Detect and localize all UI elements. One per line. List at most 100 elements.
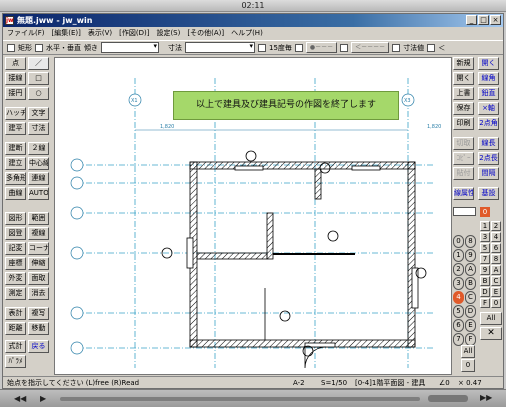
tool-move[interactable]: 移動	[28, 322, 49, 335]
angle-combo[interactable]	[101, 42, 159, 53]
tool-parametric[interactable]: ﾊﾟﾗﾒ	[5, 355, 26, 368]
file-overwrite-button[interactable]: 上書	[453, 87, 474, 100]
layer-d[interactable]: D	[465, 305, 476, 318]
tool-erase[interactable]: 消去	[28, 287, 49, 300]
menu-help[interactable]: ヘルプ(H)	[231, 27, 263, 39]
tool-dimension[interactable]: 寸法	[28, 122, 49, 135]
tool-rect[interactable]: □	[28, 72, 49, 85]
tool-double-line[interactable]: ２線	[28, 142, 49, 155]
layer-9[interactable]: 9	[465, 249, 476, 262]
fast-forward-icon[interactable]: ▶▶	[480, 393, 492, 402]
maximize-button[interactable]: □	[478, 15, 489, 25]
deg15-checkbox[interactable]	[258, 43, 266, 52]
tool-copy[interactable]: 複写	[28, 307, 49, 320]
tool-text[interactable]: 文字	[28, 107, 49, 120]
copy-button[interactable]: ｺﾋﾟｰ	[453, 152, 474, 165]
tool-range[interactable]: 範囲	[28, 212, 49, 225]
group-e[interactable]: E	[491, 287, 501, 297]
tool-external[interactable]: 外変	[5, 272, 26, 285]
all-groups-button[interactable]: All	[461, 345, 475, 358]
layer-8[interactable]: 8	[465, 235, 476, 248]
tool-polyline[interactable]: 連線	[28, 172, 49, 185]
tool-vertical[interactable]: 鉛直	[478, 87, 499, 100]
tool-section[interactable]: 建断	[5, 142, 26, 155]
print-button[interactable]: 印刷	[453, 117, 474, 130]
lt-checkbox[interactable]	[427, 43, 436, 52]
tool-auto[interactable]: AUTO	[28, 187, 49, 200]
layer-4[interactable]: 4	[453, 291, 464, 304]
volume-slider[interactable]	[428, 395, 468, 402]
layer-group-0[interactable]: 0	[480, 207, 490, 217]
tool-point[interactable]: 点	[5, 57, 26, 70]
tool-hatch[interactable]: ハッチ	[5, 107, 26, 120]
group-3[interactable]: 3	[480, 232, 490, 242]
tool-elevation[interactable]: 建立	[5, 157, 26, 170]
menu-settings[interactable]: 設定(S)	[156, 27, 180, 39]
tool-chamfer[interactable]: 面取	[28, 272, 49, 285]
status-paper-size[interactable]: A-2	[293, 377, 305, 389]
tool-undo[interactable]: 戻る	[28, 340, 49, 353]
group-9[interactable]: 9	[480, 265, 490, 275]
tool-offset[interactable]: 複線	[28, 227, 49, 240]
dimvalue-checkbox[interactable]	[392, 43, 401, 52]
tool-x-axis[interactable]: ×軸	[478, 102, 499, 115]
menu-edit[interactable]: [編集(E)]	[52, 27, 81, 39]
tool-symbol-change[interactable]: 記変	[5, 242, 26, 255]
tool-coordinate[interactable]: 座標	[5, 257, 26, 270]
tool-measure[interactable]: 測定	[5, 287, 26, 300]
group-0[interactable]: 0	[491, 298, 501, 308]
drawing-canvas[interactable]: 1,820 1,820 X1 X3 以上で建具及び建具記号の作図を終了します	[54, 57, 452, 375]
cut-button[interactable]: 切取	[453, 137, 474, 150]
tool-formula[interactable]: 式計	[5, 340, 26, 353]
tool-figure-register[interactable]: 図登	[5, 227, 26, 240]
group-5[interactable]: 5	[480, 243, 490, 253]
file-save-button[interactable]: 保存	[453, 102, 474, 115]
group-7[interactable]: 7	[480, 254, 490, 264]
hv-checkbox[interactable]	[35, 43, 43, 52]
minimize-button[interactable]: _	[466, 15, 477, 25]
group-f[interactable]: F	[480, 298, 490, 308]
tool-stretch[interactable]: 伸縮	[28, 257, 49, 270]
group-6[interactable]: 6	[491, 243, 501, 253]
tool-attr-button[interactable]: 開く	[478, 57, 499, 70]
layer-a[interactable]: A	[465, 263, 476, 276]
close-button[interactable]: ×	[490, 15, 501, 25]
layer-0[interactable]: 0	[453, 235, 464, 248]
tool-line-angle[interactable]: 線角	[478, 72, 499, 85]
layer-1[interactable]: 1	[453, 249, 464, 262]
tool-plan[interactable]: 建平	[5, 122, 26, 135]
cancel-x-icon[interactable]: ✕	[480, 327, 502, 340]
play-icon[interactable]: ▶	[40, 394, 46, 403]
layer-5[interactable]: 5	[453, 305, 464, 318]
layer-6[interactable]: 6	[453, 319, 464, 332]
tool-distance[interactable]: 距離	[5, 322, 26, 335]
tool-tangent[interactable]: 接線	[5, 72, 26, 85]
group-1[interactable]: 1	[480, 221, 490, 231]
tool-interval[interactable]: 間隔	[478, 167, 499, 180]
group-8[interactable]: 8	[491, 254, 501, 264]
group-zero-button[interactable]: 0	[461, 359, 475, 372]
menu-draw[interactable]: [作図(D)]	[119, 27, 149, 39]
menu-file[interactable]: ファイル(F)	[7, 27, 45, 39]
tool-line[interactable]: ／	[28, 57, 49, 70]
layer-2[interactable]: 2	[453, 263, 464, 276]
tool-circle[interactable]: ○	[28, 87, 49, 100]
status-scale[interactable]: S=1/50	[321, 377, 347, 389]
group-b[interactable]: B	[480, 276, 490, 286]
group-c[interactable]: C	[491, 276, 501, 286]
line-start-button[interactable]: ●－－－	[305, 42, 338, 53]
tool-table-calc[interactable]: 表計	[5, 307, 26, 320]
group-2[interactable]: 2	[491, 221, 501, 231]
paste-button[interactable]: 貼付	[453, 167, 474, 180]
status-layer[interactable]: [0-4]1階平面図 - 建具	[355, 377, 425, 389]
rect-checkbox[interactable]	[7, 43, 15, 52]
file-open-button[interactable]: 開く	[453, 72, 474, 85]
tool-base-settings[interactable]: 基設	[478, 187, 499, 200]
tool-two-point-angle[interactable]: 2点角	[478, 117, 499, 130]
group-d[interactable]: D	[480, 287, 490, 297]
tool-line-length[interactable]: 線長	[478, 137, 499, 150]
tool-figure[interactable]: 図形	[5, 212, 26, 225]
file-new-button[interactable]: 新規	[453, 57, 474, 70]
layer-3[interactable]: 3	[453, 277, 464, 290]
tool-tangent-circle[interactable]: 接円	[5, 87, 26, 100]
